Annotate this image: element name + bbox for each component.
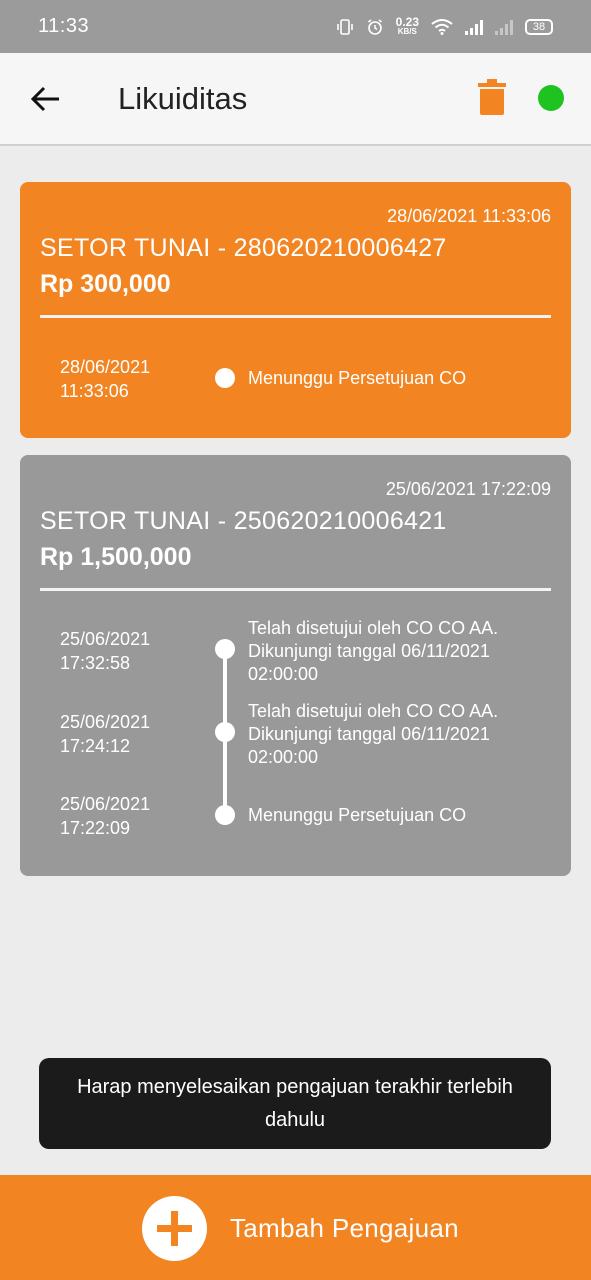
timeline-dot	[215, 805, 235, 825]
plus-icon	[157, 1211, 192, 1246]
wifi-icon	[431, 18, 453, 35]
battery-icon: 38	[525, 18, 553, 35]
timeline-date-day: 28/06/2021	[60, 357, 151, 377]
signal-icon	[465, 19, 483, 35]
card-timestamp: 28/06/2021 11:33:06	[387, 206, 551, 226]
submission-card[interactable]: 28/06/2021 11:33:06 SETOR TUNAI - 280620…	[20, 182, 571, 438]
timeline-status: Menunggu Persetujuan CO	[248, 368, 467, 388]
timeline-date-time: 17:22:09	[60, 818, 131, 838]
add-submission-button[interactable]: Tambah Pengajuan	[0, 1175, 591, 1280]
add-circle[interactable]	[142, 1196, 207, 1261]
timeline-date-time: 17:32:58	[60, 653, 131, 673]
timeline-date: 25/06/2021 17:32:58	[60, 627, 150, 675]
network-speed: 0.23 KB/S	[395, 14, 419, 36]
network-speed-unit: KB/S	[397, 26, 417, 36]
timeline-status: Menunggu Persetujuan CO	[248, 805, 467, 825]
trash-icon[interactable]	[478, 79, 506, 115]
submission-card[interactable]: 25/06/2021 17:22:09 SETOR TUNAI - 250620…	[20, 455, 571, 876]
status-icons: 0.23 KB/S 38	[336, 14, 553, 36]
online-status-dot	[538, 85, 564, 111]
card-divider	[40, 315, 551, 318]
app-bar: Likuiditas	[0, 53, 591, 146]
timeline-date: 25/06/2021 17:22:09	[60, 792, 150, 840]
card-amount: Rp 1,500,000	[40, 543, 192, 571]
timeline-dot	[215, 639, 235, 659]
toast-message: Harap menyelesaikan pengajuan terakhir t…	[39, 1058, 551, 1149]
timeline-status: Telah disetujui oleh CO CO AA. Dikunjung…	[248, 618, 499, 684]
network-speed-value: 0.23	[395, 14, 419, 29]
card-divider	[40, 588, 551, 591]
status-time: 11:33	[38, 15, 90, 37]
card-amount: Rp 300,000	[40, 270, 171, 298]
timeline-status: Telah disetujui oleh CO CO AA. Dikunjung…	[248, 701, 499, 767]
timeline-date: 25/06/2021 17:24:12	[60, 710, 150, 758]
timeline-date-time: 11:33:06	[60, 381, 129, 401]
timeline-dot	[215, 368, 235, 388]
page-title: Likuiditas	[118, 81, 248, 116]
back-arrow-icon[interactable]	[28, 81, 64, 117]
alarm-icon	[367, 18, 382, 35]
add-submission-label: Tambah Pengajuan	[230, 1213, 459, 1243]
status-bar: 11:33 0.23 KB/S 38	[0, 0, 591, 53]
timeline-date-day: 25/06/2021	[60, 794, 151, 814]
timeline-date-time: 17:24:12	[60, 736, 131, 756]
timeline-date-day: 25/06/2021	[60, 712, 151, 732]
vibrate-icon	[336, 18, 353, 35]
signal-2-icon	[495, 19, 513, 35]
timeline-date: 28/06/2021 11:33:06	[60, 355, 150, 403]
card-title: SETOR TUNAI - 280620210006427	[40, 234, 447, 262]
card-title: SETOR TUNAI - 250620210006421	[40, 507, 447, 535]
timeline-dot	[215, 722, 235, 742]
timeline-date-day: 25/06/2021	[60, 629, 151, 649]
card-timestamp: 25/06/2021 17:22:09	[385, 479, 551, 499]
